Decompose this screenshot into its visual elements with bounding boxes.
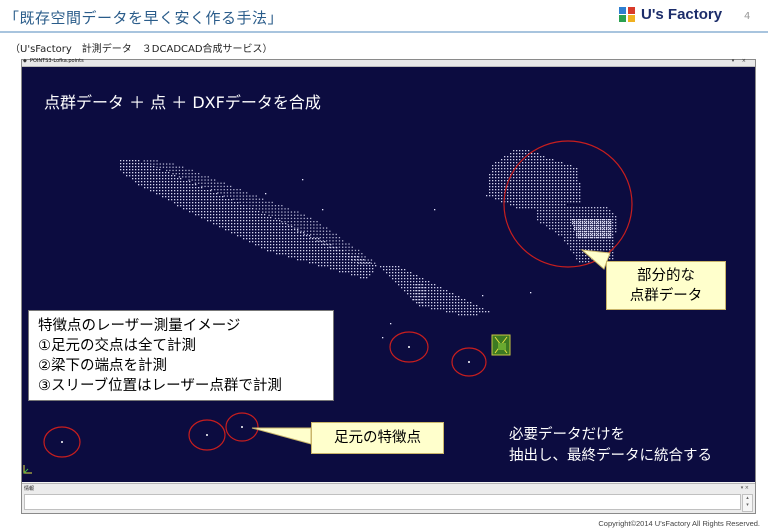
window-controls[interactable]: ▾ × [732,58,749,64]
info-panel: 情報 ▾ × ▴ ▾ [22,483,755,513]
window-title: POINTS3-Lofka.points [30,58,84,64]
info-output-field[interactable] [24,494,741,510]
info-panel-label: 情報 [24,486,35,492]
info-panel-scrollbar[interactable]: ▴ ▾ [742,494,753,512]
window-app-icon: ◆ [23,58,27,64]
company-logo: U's Factory [618,5,722,23]
partial-point-cloud-callout: 部分的な 点群データ [606,261,726,310]
info-panel-controls[interactable]: ▾ × [741,485,749,491]
window-titlebar: ◆ POINTS3-Lofka.points ▾ × [22,58,755,67]
logo-text: U's Factory [641,5,723,23]
callout-line: 部分的な [637,268,695,284]
partial-point-cloud [486,150,617,263]
info-line: ②梁下の端点を計測 [38,358,167,374]
copyright-text: Copyright©2014 U'sFactory All Rights Res… [598,519,760,528]
page-number: 4 [744,11,751,22]
logo-icon [619,7,635,22]
title-divider [0,31,768,33]
main-point-cloud [120,160,490,316]
extract-note: 必要データだけを 抽出し、最終データに統合する [509,425,712,467]
axis-indicator [23,465,32,474]
feature-callout-pointer [251,427,312,445]
extract-line: 必要データだけを [509,427,625,443]
dxf-model-marker [491,334,511,356]
feature-point-callout: 足元の特徴点 [311,422,444,454]
slide-subtitle: （U'sFactory 計測データ ３DCADCAD合成サービス） [10,44,273,55]
slide-title: 「既存空間データを早く安く作る手法」 [4,9,284,27]
laser-survey-info-box: 特徴点のレーザー測量イメージ ①足元の交点は全て計測 ②梁下の端点を計測 ③スリ… [28,310,334,401]
callout-line: 点群データ [629,288,703,304]
scene-caption: 点群データ ＋ 点 ＋ DXFデータを合成 [44,93,321,112]
viewer-window: ◆ POINTS3-Lofka.points ▾ × 点群データ ＋ 点 ＋ D… [21,58,756,514]
extract-line: 抽出し、最終データに統合する [509,448,712,464]
point-cloud-viewport[interactable]: 点群データ ＋ 点 ＋ DXFデータを合成 特徴点のレーザー測量イメージ ①足元… [22,67,755,482]
info-line: 特徴点のレーザー測量イメージ [38,318,241,334]
info-line: ③スリーブ位置はレーザー点群で計測 [38,378,282,394]
info-line: ①足元の交点は全て計測 [38,338,196,354]
